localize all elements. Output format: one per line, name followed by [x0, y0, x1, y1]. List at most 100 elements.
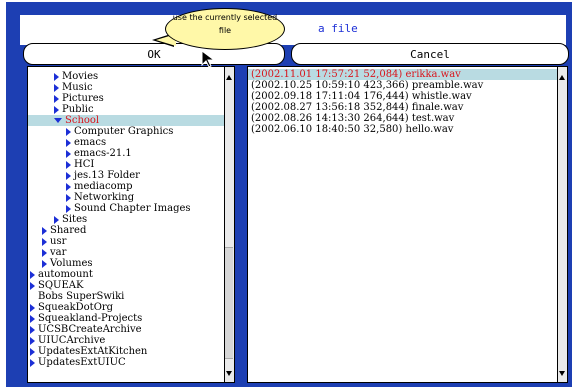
- folder-label: Shared: [50, 225, 87, 236]
- folder-item[interactable]: Sites: [28, 214, 234, 225]
- folder-item[interactable]: School: [28, 115, 234, 126]
- folder-label: Pictures: [62, 93, 104, 104]
- folder-item[interactable]: Pictures: [28, 93, 234, 104]
- file-item[interactable]: (2002.08.27 13:56:18 352,844) finale.wav: [248, 102, 557, 113]
- expand-right-icon[interactable]: [30, 270, 35, 279]
- title-strip: [20, 15, 566, 45]
- folder-item[interactable]: emacs: [28, 137, 234, 148]
- folder-item[interactable]: Volumes: [28, 258, 232, 269]
- expand-right-icon[interactable]: [54, 72, 59, 81]
- expand-right-icon[interactable]: [66, 160, 71, 169]
- folder-tree-panel[interactable]: Movies Music Pictures Public School Computer …: [27, 66, 235, 383]
- scroll-up-arrow-icon[interactable]: [226, 75, 232, 80]
- expand-right-icon[interactable]: [42, 259, 47, 268]
- tooltip-line-2: file: [218, 26, 232, 35]
- expand-right-icon[interactable]: [66, 171, 71, 180]
- folder-item[interactable]: Shared: [28, 225, 232, 236]
- expand-right-icon[interactable]: [54, 105, 59, 114]
- expand-right-icon[interactable]: [42, 237, 47, 246]
- expand-right-icon[interactable]: [30, 325, 35, 334]
- folder-item[interactable]: usr: [28, 236, 232, 247]
- expand-right-icon[interactable]: [30, 336, 35, 345]
- file-item[interactable]: (2002.08.26 14:13:30 264,644) test.wav: [248, 113, 557, 124]
- file-dialog: a file OK Cancel Movies Music Pictures Publ…: [0, 0, 574, 389]
- expand-right-icon[interactable]: [30, 303, 35, 312]
- expand-right-icon[interactable]: [54, 215, 59, 224]
- dialog-title: a file: [318, 22, 358, 35]
- folder-item[interactable]: HCI: [28, 159, 234, 170]
- folder-item[interactable]: SqueakDotOrg: [28, 302, 220, 313]
- folder-item[interactable]: UpdatesExtAtKitchen: [28, 346, 220, 357]
- folder-item[interactable]: var: [28, 247, 232, 258]
- tooltip-balloon: use the currently selected file: [165, 8, 285, 50]
- folder-label: UpdatesExtUIUC: [38, 357, 126, 368]
- folder-label: SQUEAK: [38, 280, 84, 291]
- expand-right-icon[interactable]: [30, 281, 35, 290]
- folder-scrollbar[interactable]: [224, 67, 234, 382]
- folder-label: emacs: [74, 137, 107, 148]
- scroll-up-arrow-icon[interactable]: [559, 75, 565, 80]
- folder-label: Music: [62, 82, 93, 93]
- expand-right-icon[interactable]: [54, 83, 59, 92]
- expand-right-icon[interactable]: [66, 127, 71, 136]
- folder-label: Volumes: [50, 258, 93, 269]
- folder-item[interactable]: UpdatesExtUIUC: [28, 357, 220, 368]
- folder-item[interactable]: Public: [28, 104, 234, 115]
- expand-right-icon[interactable]: [66, 182, 71, 191]
- file-item[interactable]: (2002.11.01 17:57:21 52,084) erikka.wav: [248, 69, 557, 80]
- folder-item[interactable]: mediacomp: [28, 181, 234, 192]
- folder-label: Public: [62, 104, 94, 115]
- file-item[interactable]: (2002.10.25 10:59:10 423,366) preamble.w…: [248, 80, 557, 91]
- folder-item[interactable]: UIUCArchive: [28, 335, 220, 346]
- folder-label: UIUCArchive: [38, 335, 106, 346]
- scroll-down-arrow-icon[interactable]: [226, 371, 232, 376]
- folder-item[interactable]: jes.13 Folder: [28, 170, 234, 181]
- cancel-button[interactable]: Cancel: [291, 43, 569, 65]
- folder-label: Sound Chapter Images: [74, 203, 191, 214]
- folder-item[interactable]: Networking: [28, 192, 234, 203]
- scrollbar-thumb[interactable]: [225, 247, 233, 359]
- folder-label: Squeakland-Projects: [38, 313, 143, 324]
- expand-right-icon[interactable]: [66, 193, 71, 202]
- folder-label: usr: [50, 236, 67, 247]
- file-item[interactable]: (2002.09.18 17:11:04 176,444) whistle.wa…: [248, 91, 557, 102]
- expand-right-icon[interactable]: [54, 94, 59, 103]
- expand-right-icon[interactable]: [42, 226, 47, 235]
- expand-down-icon[interactable]: [54, 118, 62, 123]
- folder-label: Sites: [62, 214, 88, 225]
- folder-label: SqueakDotOrg: [38, 302, 114, 313]
- folder-label: automount: [38, 269, 93, 280]
- folder-item[interactable]: Movies: [28, 71, 234, 82]
- scroll-down-arrow-icon[interactable]: [559, 371, 565, 376]
- file-list-panel[interactable]: (2002.11.01 17:57:21 52,084) erikka.wav(…: [247, 66, 568, 383]
- folder-label: Networking: [74, 192, 135, 203]
- folder-label: HCI: [74, 159, 95, 170]
- expand-right-icon[interactable]: [66, 149, 71, 158]
- expand-right-icon[interactable]: [30, 314, 35, 323]
- folder-label: Bobs SuperSwiki: [38, 291, 125, 302]
- folder-label: emacs-21.1: [74, 148, 132, 159]
- file-scrollbar[interactable]: [557, 67, 567, 382]
- expand-right-icon[interactable]: [30, 347, 35, 356]
- folder-item[interactable]: Bobs SuperSwiki: [28, 291, 220, 302]
- folder-item[interactable]: SQUEAK: [28, 280, 220, 291]
- folder-label: UCSBCreateArchive: [38, 324, 142, 335]
- expand-right-icon[interactable]: [66, 204, 71, 213]
- mouse-pointer-icon: [201, 50, 216, 68]
- folder-item[interactable]: Squeakland-Projects: [28, 313, 220, 324]
- folder-item[interactable]: UCSBCreateArchive: [28, 324, 220, 335]
- folder-item[interactable]: automount: [28, 269, 220, 280]
- folder-label: Computer Graphics: [74, 126, 174, 137]
- tooltip-line-1: use the currently selected: [172, 13, 278, 22]
- file-item[interactable]: (2002.06.10 18:40:50 32,580) hello.wav: [248, 124, 557, 135]
- folder-label: var: [50, 247, 67, 258]
- folder-item[interactable]: Music: [28, 82, 234, 93]
- expand-right-icon[interactable]: [66, 138, 71, 147]
- folder-item[interactable]: Computer Graphics: [28, 126, 234, 137]
- expand-right-icon[interactable]: [30, 358, 35, 367]
- folder-label: mediacomp: [74, 181, 133, 192]
- expand-right-icon[interactable]: [42, 248, 47, 257]
- folder-item[interactable]: Sound Chapter Images: [28, 203, 234, 214]
- folder-label: Movies: [62, 71, 99, 82]
- folder-item[interactable]: emacs-21.1: [28, 148, 234, 159]
